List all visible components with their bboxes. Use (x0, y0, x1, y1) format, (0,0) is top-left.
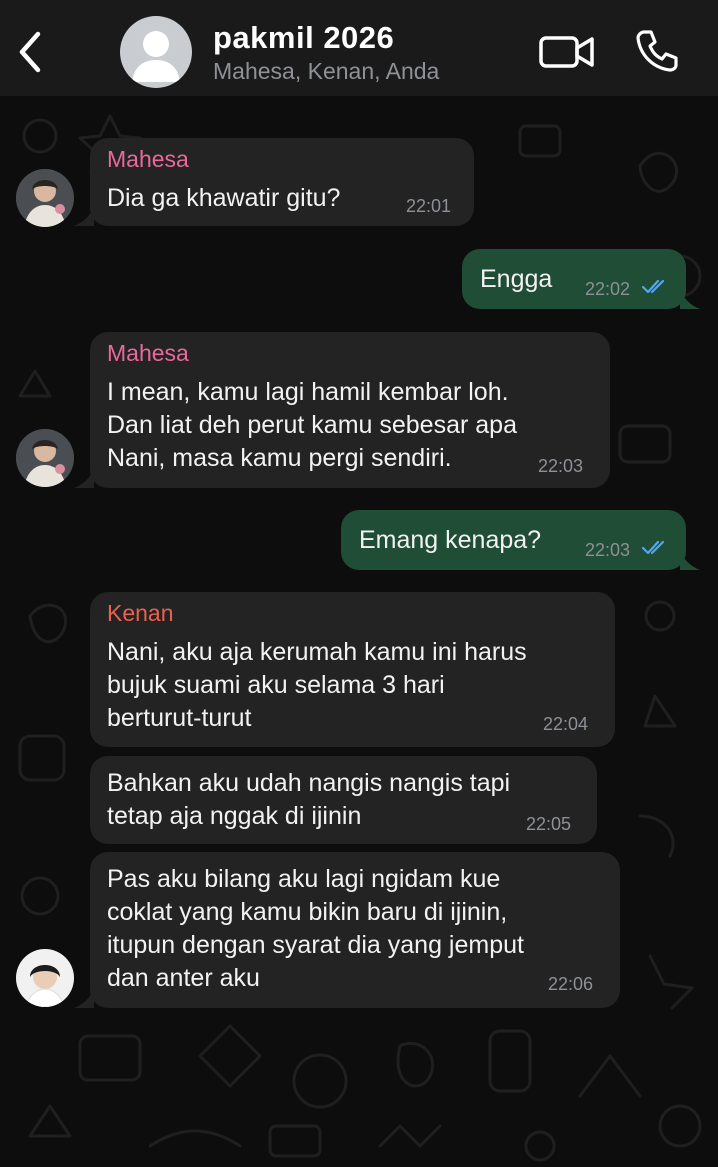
message-text: I mean, kamu lagi hamil kembar loh. Dan … (107, 378, 517, 472)
group-avatar[interactable] (120, 16, 192, 88)
read-receipt-icon (641, 540, 665, 555)
sender-name: Mahesa (107, 146, 189, 172)
message-text: Pas aku bilang aku lagi ngidam kue cokla… (107, 865, 524, 992)
message-text: Nani, aku aja kerumah kamu ini harus buj… (107, 638, 527, 732)
phone-icon[interactable] (634, 28, 680, 74)
message-bubble-incoming[interactable]: Mahesa Dia ga khawatir gitu? 22:01 (90, 138, 474, 226)
bubble-tail (74, 468, 94, 488)
message-text: Bahkan aku udah nangis nangis tapi tetap… (107, 769, 511, 830)
message-time: 22:06 (548, 974, 594, 994)
message-text: Dia ga khawatir gitu? (107, 184, 341, 212)
avatar-mahesa[interactable] (16, 429, 74, 487)
message-bubble-incoming[interactable]: Pas aku bilang aku lagi ngidam kue cokla… (90, 852, 620, 1008)
message-time: 22:02 (585, 279, 631, 299)
bubble-tail (680, 289, 700, 309)
chat-participants[interactable]: Mahesa, Kenan, Anda (213, 58, 439, 85)
bubble-tail (680, 550, 700, 570)
chat-header: pakmil 2026 Mahesa, Kenan, Anda (0, 0, 718, 96)
video-camera-icon[interactable] (538, 32, 596, 72)
message-bubble-incoming[interactable]: Mahesa I mean, kamu lagi hamil kembar lo… (90, 332, 610, 488)
sender-name: Kenan (107, 600, 174, 626)
message-list[interactable]: Mahesa Dia ga khawatir gitu? 22:01 Engga… (0, 96, 718, 1167)
avatar-photo (16, 429, 74, 487)
avatar-kenan[interactable] (16, 949, 74, 1007)
chevron-left-icon[interactable] (12, 28, 48, 76)
avatar-photo (16, 949, 74, 1007)
message-bubble-outgoing[interactable]: Emang kenapa? 22:03 (341, 510, 686, 570)
chat-title[interactable]: pakmil 2026 (213, 20, 394, 56)
message-bubble-incoming[interactable]: Kenan Nani, aku aja kerumah kamu ini har… (90, 592, 615, 747)
bubble-tail (74, 206, 94, 226)
message-time: 22:03 (538, 456, 584, 476)
message-time: 22:03 (585, 540, 631, 560)
person-placeholder-icon (132, 31, 180, 82)
avatar-photo (16, 169, 74, 227)
bubble-tail (74, 988, 94, 1008)
message-bubble-outgoing[interactable]: Engga 22:02 (462, 249, 686, 309)
message-time: 22:05 (526, 814, 572, 834)
message-time: 22:04 (543, 714, 589, 734)
read-receipt-icon (641, 279, 665, 294)
message-time: 22:01 (406, 196, 452, 216)
message-text: Engga (480, 265, 553, 293)
message-text: Emang kenapa? (359, 526, 542, 554)
sender-name: Mahesa (107, 340, 189, 366)
message-bubble-incoming[interactable]: Bahkan aku udah nangis nangis tapi tetap… (90, 756, 597, 844)
avatar-mahesa[interactable] (16, 169, 74, 227)
